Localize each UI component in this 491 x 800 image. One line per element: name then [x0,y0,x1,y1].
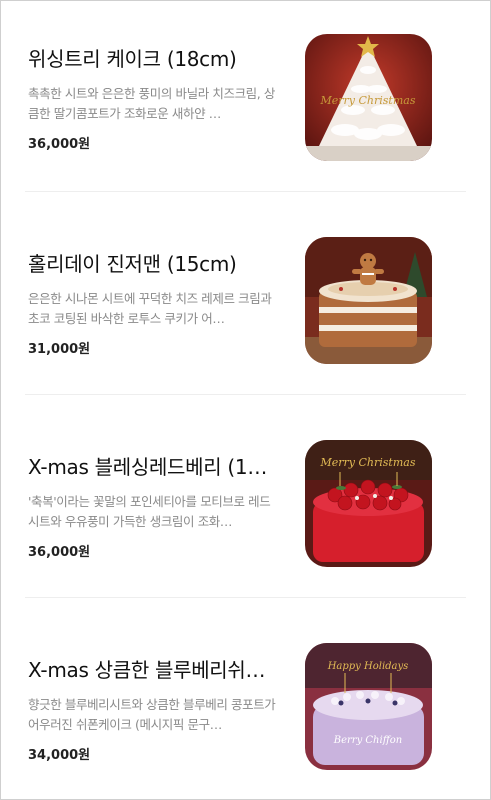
product-list: 위싱트리 케이크 (18cm) 촉촉한 시트와 은은한 풍미의 바닐라 치즈크림… [1,1,490,799]
product-item[interactable]: X-mas 상큼한 블루베리쉬… 향긋한 블루베리시트와 상큼한 블루베리 콩포… [1,597,490,800]
product-description: 향긋한 블루베리시트와 상큼한 블루베리 콩포트가 어우러진 쉬폰케이크 (메시… [28,697,276,732]
product-item[interactable]: 위싱트리 케이크 (18cm) 촉촉한 시트와 은은한 풍미의 바닐라 치즈크림… [1,1,490,204]
product-description: 은은한 시나몬 시트에 꾸덕한 치즈 레제르 크림과 초코 코팅된 바삭한 로투… [28,291,272,326]
product-info: 홀리데이 진저맨 (15cm) 은은한 시나몬 시트에 꾸덕한 치즈 레제르 크… [28,251,276,357]
red-berry-cake-image[interactable]: Merry Christmas [305,440,432,567]
product-price: 36,000원 [28,137,91,152]
product-name: X-mas 상큼한 블루베리쉬… [28,658,266,682]
gingerbread-cake-image[interactable] [305,237,432,364]
product-info: X-mas 상큼한 블루베리쉬… 향긋한 블루베리시트와 상큼한 블루베리 콩포… [28,657,276,763]
product-name: X-mas 블레싱레드베리 (15… [28,455,276,479]
product-info: 위싱트리 케이크 (18cm) 촉촉한 시트와 은은한 풍미의 바닐라 치즈크림… [28,46,276,152]
product-price: 36,000원 [28,545,91,560]
christmas-tree-cake-image[interactable]: Merry Christmas [305,34,432,161]
product-price: 31,000원 [28,342,91,357]
product-description: 촉촉한 시트와 은은한 풍미의 바닐라 치즈크림, 상큼한 딸기콤포트가 조화로… [28,86,276,121]
svg-text:Merry Christmas: Merry Christmas [320,456,416,469]
product-info: X-mas 블레싱레드베리 (15… '축복'이라는 꽃말의 포인세티아를 모티… [28,454,276,560]
svg-text:Merry Christmas: Merry Christmas [320,94,416,107]
product-item[interactable]: X-mas 블레싱레드베리 (15… '축복'이라는 꽃말의 포인세티아를 모티… [1,394,490,597]
product-item[interactable]: 홀리데이 진저맨 (15cm) 은은한 시나몬 시트에 꾸덕한 치즈 레제르 크… [1,191,490,394]
blueberry-chiffon-cake-image[interactable]: Happy Holidays Berry Chiffon [305,643,432,770]
product-price: 34,000원 [28,748,91,763]
product-name: 위싱트리 케이크 (18cm) [28,47,237,71]
product-name: 홀리데이 진저맨 (15cm) [28,252,237,276]
product-description: '축복'이라는 꽃말의 포인세티아를 모티브로 레드시트와 우유풍미 가득한 생… [28,494,271,529]
svg-text:Berry Chiffon: Berry Chiffon [333,735,403,746]
svg-text:Happy Holidays: Happy Holidays [327,661,409,672]
